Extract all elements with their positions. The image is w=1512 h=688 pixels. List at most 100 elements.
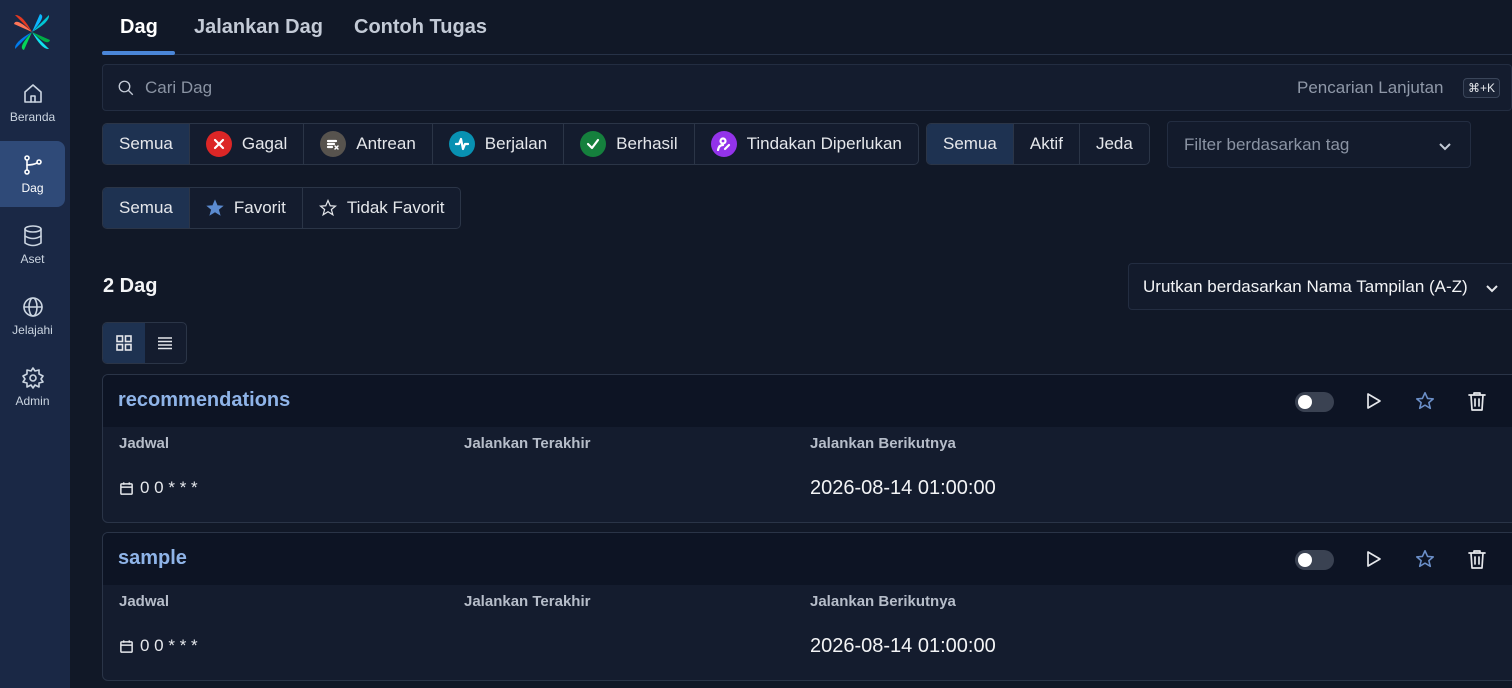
pause-toggle[interactable] [1295,550,1334,570]
schedule-cron: 0 0 * * * [140,636,198,655]
schedule-label: Jadwal [119,435,170,452]
sidebar-item-label: Aset [20,252,45,266]
globe-icon [22,297,43,317]
card-view-button[interactable] [103,323,145,363]
star-outline-icon [1415,549,1435,568]
active-all-button[interactable]: Semua [927,124,1014,164]
last-run-label: Jalankan Terakhir [464,435,591,452]
schedule-cron: 0 0 * * * [140,478,198,497]
sidebar-item-label: Admin [15,394,50,408]
next-run-label: Jalankan Berikutnya [810,435,956,452]
play-icon [1367,551,1381,567]
sidebar-item-jelajahi[interactable]: Jelajahi [0,283,65,349]
tab-dag[interactable]: Dag [120,16,158,39]
calendar-icon [120,639,133,653]
play-icon [1367,393,1381,409]
trigger-button[interactable] [1362,548,1384,570]
filter-running-button[interactable]: Berjalan [433,124,565,164]
x-icon [205,131,232,157]
filter-label: Favorit [233,198,286,217]
dag-card: recommendations Jadwal Jalankan Terakhir… [102,374,1512,523]
tag-filter-select[interactable]: Filter berdasarkan tag [1167,121,1471,168]
dag-count: 2 Dag [103,275,158,297]
dag-icon [23,155,42,175]
filter-label: Semua [119,134,173,153]
sidebar-item-admin[interactable]: Admin [0,354,65,420]
last-run-label: Jalankan Terakhir [464,593,591,610]
trash-icon [1468,392,1486,411]
list-icon [158,337,173,350]
filter-label: Berjalan [484,134,548,153]
filter-label: Berhasil [616,134,678,153]
favorite-filter-group: Semua Favorit Tidak Favorit [102,187,462,229]
active-button[interactable]: Aktif [1014,124,1080,164]
next-run-label: Jalankan Berikutnya [810,593,956,610]
sort-select[interactable]: Urutkan berdasarkan Nama Tampilan (A-Z) [1128,263,1512,310]
not-favorite-button[interactable]: Tidak Favorit [303,188,461,228]
dag-card-header: sample [103,533,1512,585]
delete-button[interactable] [1466,548,1488,570]
database-icon [23,225,42,247]
sidebar-item-dag[interactable]: Dag [0,141,65,207]
favorite-button[interactable]: Favorit [190,188,303,228]
view-toggle [102,322,187,364]
sidebar-item-label: Beranda [9,110,56,124]
next-run-value: 2026-08-14 01:00:00 [810,477,996,499]
star-outline-icon [318,199,337,217]
shortcut-badge: ⌘+K [1463,78,1501,98]
sidebar-item-label: Dag [21,181,44,195]
filter-all-button[interactable]: Semua [103,124,190,164]
schedule-value: 0 0 * * * [119,478,198,498]
search-icon [118,80,134,96]
favorite-all-button[interactable]: Semua [103,188,190,228]
paused-button[interactable]: Jeda [1080,124,1149,164]
check-icon [580,131,607,157]
pause-toggle[interactable] [1295,392,1334,412]
gear-icon [21,367,44,389]
active-tab-indicator [102,51,175,55]
dag-name-link[interactable]: sample [118,547,187,570]
filter-label: Gagal [241,134,288,153]
state-filter-group: Semua Gagal Antrean Berjalan Berhasil Ti… [102,123,919,165]
star-filled-icon [206,199,224,216]
filter-label: Semua [943,134,997,153]
airflow-logo[interactable] [12,12,52,52]
filter-action-required-button[interactable]: Tindakan Diperlukan [695,124,918,164]
sidebar-item-aset[interactable]: Aset [0,212,65,278]
filter-success-button[interactable]: Berhasil [564,124,695,164]
advanced-search-link[interactable]: Pencarian Lanjutan [1297,78,1444,98]
tag-filter-placeholder: Filter berdasarkan tag [1184,135,1350,154]
favorite-toggle-button[interactable] [1414,548,1436,570]
schedule-value: 0 0 * * * [119,636,198,656]
favorite-toggle-button[interactable] [1414,390,1436,412]
dag-card: sample Jadwal Jalankan Terakhir Jalankan… [102,532,1512,681]
queue-icon [320,131,347,157]
star-outline-icon [1415,391,1435,410]
tab-bar: Dag Jalankan Dag Contoh Tugas [102,0,1512,55]
sidebar-item-beranda[interactable]: Beranda [0,70,65,136]
user-action-icon [710,131,737,157]
sort-label: Urutkan berdasarkan Nama Tampilan (A-Z) [1143,277,1468,296]
activity-icon [448,131,475,157]
sidebar-item-label: Jelajahi [12,323,53,337]
filter-label: Jeda [1095,134,1133,153]
grid-icon [115,335,132,351]
next-run-value: 2026-08-14 01:00:00 [810,635,996,657]
dag-name-link[interactable]: recommendations [118,389,290,412]
list-view-button[interactable] [145,323,187,363]
search-input[interactable] [145,75,1045,101]
tab-contoh-tugas[interactable]: Contoh Tugas [354,16,487,39]
filter-queued-button[interactable]: Antrean [304,124,433,164]
tab-jalankan-dag[interactable]: Jalankan Dag [194,16,323,39]
active-filter-group: Semua Aktif Jeda [926,123,1150,165]
schedule-label: Jadwal [119,593,170,610]
home-icon [23,84,42,103]
sidebar: Beranda Dag Aset Jelajahi Admin [0,0,70,688]
filter-label: Tindakan Diperlukan [746,134,902,153]
filter-label: Tidak Favorit [346,198,445,217]
trigger-button[interactable] [1362,390,1384,412]
filter-failed-button[interactable]: Gagal [190,124,305,164]
dag-card-header: recommendations [103,375,1512,427]
trash-icon [1468,550,1486,569]
delete-button[interactable] [1466,390,1488,412]
